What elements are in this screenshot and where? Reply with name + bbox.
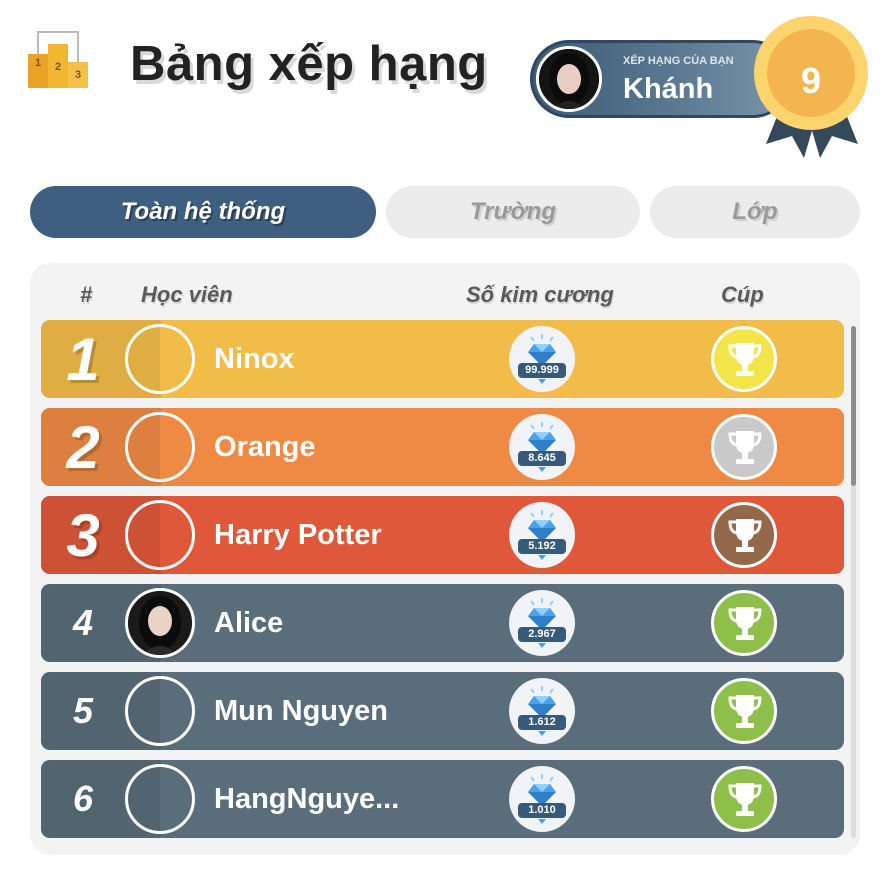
cup-badge (711, 502, 777, 568)
avatar (125, 676, 195, 746)
column-student: Học viên (141, 282, 233, 307)
diamond-badge: 99.999 (509, 326, 575, 392)
diamond-count: 1.010 (518, 803, 566, 818)
cup-badge (711, 414, 777, 480)
diamond-icon (528, 510, 556, 560)
rank-number: 5 (72, 690, 94, 731)
diamond-icon (528, 422, 556, 472)
table-row[interactable]: 4 Alice 2.967 (41, 584, 844, 662)
table-row[interactable]: 5 Mun Nguyen 1.612 (41, 672, 844, 750)
scrollbar[interactable] (851, 326, 856, 838)
student-name: Ninox (214, 342, 295, 375)
column-diamonds: Số kim cương (466, 282, 614, 307)
student-name: Alice (214, 606, 284, 639)
cup-badge (711, 590, 777, 656)
diamond-badge: 5.192 (509, 502, 575, 568)
diamond-badge: 1.612 (509, 678, 575, 744)
rank-number: 6 (72, 778, 94, 819)
cup-badge (711, 326, 777, 392)
tab-school[interactable]: Trường (386, 186, 640, 238)
diamond-badge: 8.645 (509, 414, 575, 480)
table-row[interactable]: 3 Harry Potter 5.192 (41, 496, 844, 574)
diamond-icon (528, 598, 556, 648)
my-rank-caption: XẾP HẠNG CỦA BẠN (623, 55, 734, 67)
diamond-count: 2.967 (518, 627, 566, 642)
rank-number: 2 (66, 413, 100, 481)
podium-number-3: 3 (75, 69, 81, 81)
column-cup: Cúp (721, 282, 764, 307)
my-rank-number: 9 (800, 60, 822, 101)
diamond-count: 8.645 (518, 451, 566, 466)
rank-medal: 9 (752, 14, 872, 164)
trophy-icon (728, 607, 762, 640)
diamond-icon (528, 686, 556, 736)
student-name: Orange (214, 430, 316, 463)
my-avatar (536, 46, 602, 112)
table-row[interactable]: 1 Ninox 99.999 (41, 320, 844, 398)
diamond-icon (528, 334, 556, 384)
my-name: Khánh (623, 73, 714, 105)
table-row[interactable]: 6 HangNguye... 1.010 (41, 760, 844, 838)
trophy-icon (728, 695, 762, 728)
trophy-icon (728, 783, 762, 816)
rank-number: 1 (66, 325, 100, 393)
avatar (125, 324, 195, 394)
avatar (125, 588, 195, 658)
tab-system[interactable]: Toàn hệ thống (30, 186, 376, 238)
student-name: Mun Nguyen (214, 694, 388, 727)
cup-badge (711, 766, 777, 832)
trophy-icon (728, 343, 762, 376)
cup-badge (711, 678, 777, 744)
avatar (125, 500, 195, 570)
rank-number: 4 (72, 602, 94, 643)
diamond-count: 5.192 (518, 539, 566, 554)
diamond-badge: 1.010 (509, 766, 575, 832)
diamond-count: 1.612 (518, 715, 566, 730)
column-rank: # (80, 282, 93, 307)
trophy-icon (728, 431, 762, 464)
diamond-count: 99.999 (518, 363, 566, 378)
student-name: Harry Potter (214, 518, 382, 551)
avatar (125, 412, 195, 482)
table-row[interactable]: 2 Orange 8.645 (41, 408, 844, 486)
avatar (125, 764, 195, 834)
trophy-icon (728, 519, 762, 552)
rank-number: 3 (66, 501, 100, 569)
podium-icon: 1 2 3 (26, 30, 90, 90)
tab-class[interactable]: Lớp (650, 186, 860, 238)
diamond-icon (528, 774, 556, 824)
student-name: HangNguye... (214, 782, 400, 815)
podium-number-2: 2 (55, 61, 61, 73)
podium-number-1: 1 (35, 57, 41, 69)
scrollbar-thumb[interactable] (851, 326, 856, 486)
diamond-badge: 2.967 (509, 590, 575, 656)
page-title: Bảng xếp hạng (130, 37, 488, 91)
